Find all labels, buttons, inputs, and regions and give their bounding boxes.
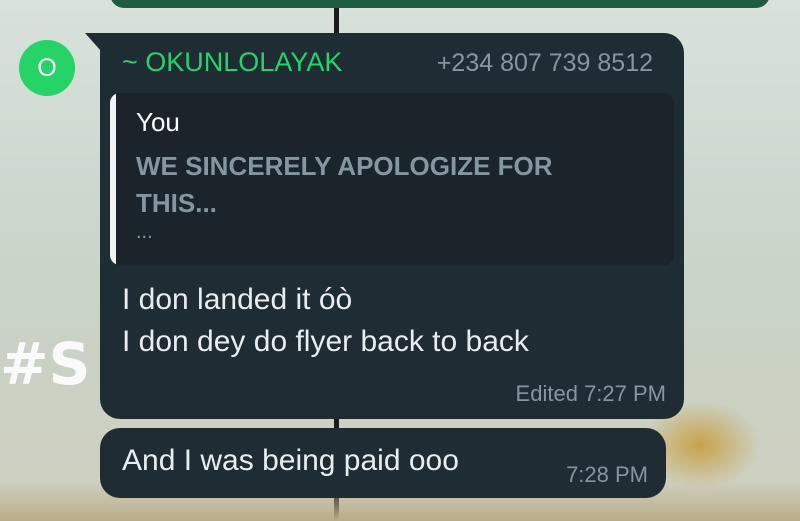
sender-phone: +234 807 739 8512 (436, 49, 653, 77)
sender-name[interactable]: ~ OKUNLOLAYAK (122, 47, 342, 78)
message-text-line: I don dey do flyer back to back (122, 325, 529, 358)
quote-text: WE SINCERELY APOLOGIZE FOR THIS... (136, 151, 553, 218)
message-time: 7:27 PM (584, 381, 666, 406)
edited-label: Edited (515, 381, 578, 406)
message-bubble[interactable]: And I was being paid ooo 7:28 PM (100, 428, 666, 498)
previous-message-bubble[interactable] (110, 0, 770, 8)
quote-ellipsis: ... (136, 221, 153, 243)
quoted-reply[interactable]: You WE SINCERELY APOLOGIZE FOR THIS... .… (110, 93, 674, 265)
avatar-initial: O (37, 53, 57, 82)
message-bubble[interactable]: ~ OKUNLOLAYAK +234 807 739 8512 You WE S… (100, 33, 684, 419)
wallpaper-hash-text: #S (0, 330, 91, 398)
message-meta: Edited 7:27 PM (516, 381, 666, 407)
quote-author: You (136, 107, 180, 137)
sender-avatar[interactable]: O (19, 40, 75, 96)
quote-bar (110, 93, 116, 265)
message-text-line: I don landed it óò (122, 283, 353, 316)
bubble-tail (85, 33, 101, 51)
message-text: And I was being paid ooo (122, 444, 459, 477)
message-time: 7:28 PM (566, 462, 648, 487)
